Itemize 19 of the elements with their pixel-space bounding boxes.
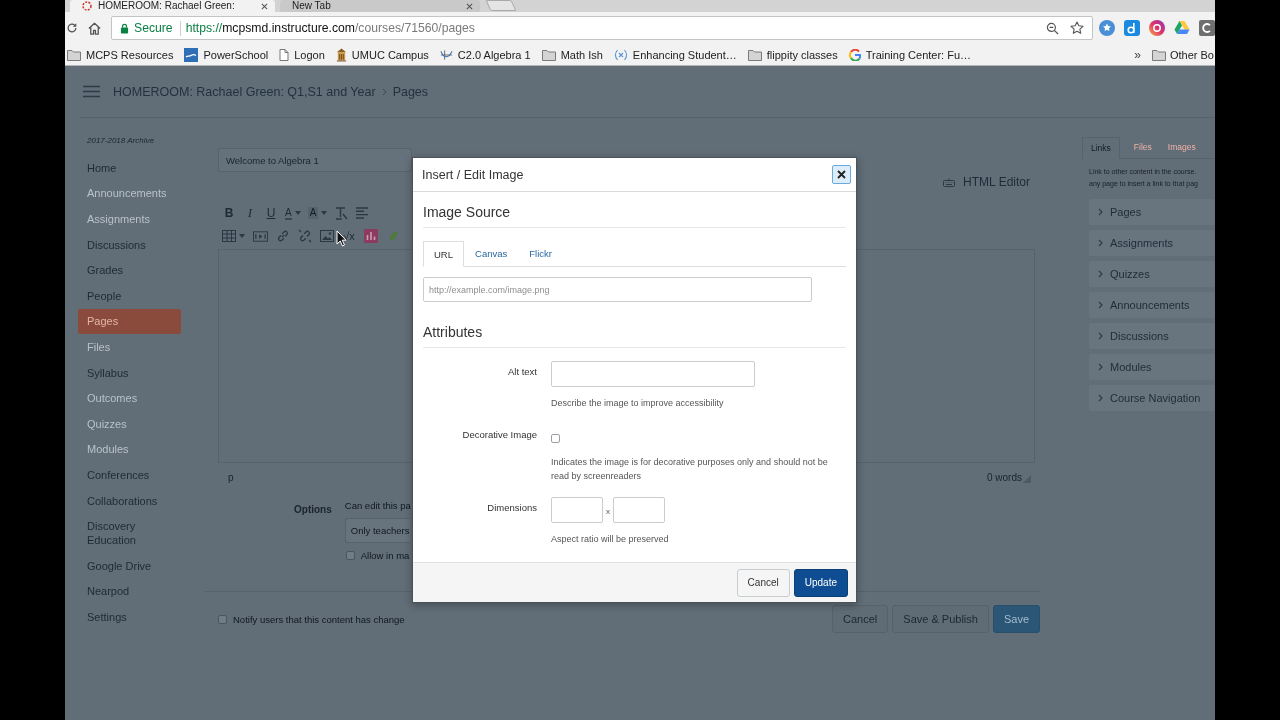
term-label: 2017-2018 Archive — [86, 136, 155, 146]
url-text: https://mcpsmd.instructure.com/courses/71560/pages — [185, 21, 475, 35]
times-sign: x — [606, 507, 610, 516]
field-hint: Aspect ratio will be preserved — [551, 533, 670, 545]
section-heading: Attributes — [423, 323, 846, 348]
element-path: p — [228, 471, 234, 483]
field-hint: Indicates the image is for decorative purposes only and should not be read by screenreaders — [551, 456, 829, 483]
dialog-title: Insert / Edit Image — [422, 167, 524, 182]
options-label: Options — [294, 504, 332, 517]
security-label: Secure — [134, 21, 173, 35]
allow-label: Allow in ma — [360, 550, 410, 561]
field-hint: Describe the image to improve accessibility — [551, 397, 725, 409]
field-label: Dimensions — [486, 501, 537, 515]
notify-label: Notify users that this content has change — [233, 613, 405, 625]
edit-permission-label: Can edit this pa — [344, 500, 411, 512]
field-label: Decorative Image — [461, 429, 537, 442]
word-count: 0 words — [987, 471, 1022, 483]
field-label: Alt text — [506, 365, 537, 379]
section-heading: Image Source — [423, 203, 846, 228]
